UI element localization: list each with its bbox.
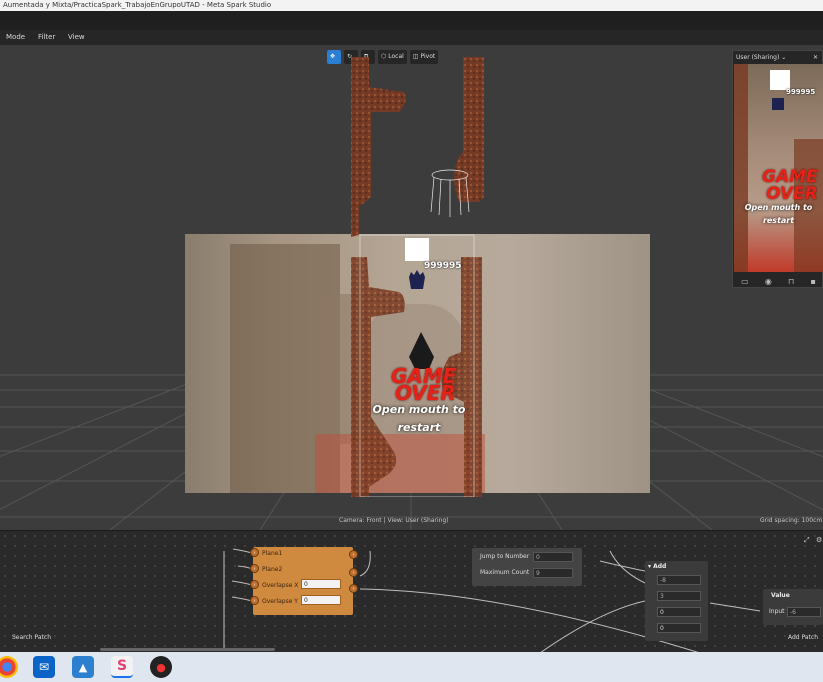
lock-icon[interactable]: ⊓	[788, 277, 794, 286]
add-input-2[interactable]: 3	[657, 591, 701, 601]
video-icon[interactable]: ▭	[741, 277, 749, 286]
output-port-1[interactable]: ›	[349, 550, 358, 559]
search-patch-button[interactable]: Search Patch	[12, 634, 51, 641]
add-input-1[interactable]: -8	[657, 575, 701, 585]
patch-editor[interactable]: Jump to Number 0 Maximum Count 9 ▾ Add -…	[0, 530, 823, 653]
plane2-input-port[interactable]: ›	[250, 564, 259, 573]
score-display: 999995	[424, 261, 462, 271]
add-patch-button[interactable]: Add Patch	[788, 634, 818, 641]
device-selector[interactable]: User (Sharing) ⌄	[736, 51, 786, 64]
preview-score: 999995	[786, 88, 816, 96]
camera-status: Camera: Front | View: User (Sharing)	[339, 517, 449, 524]
preview-gameover-line2: OVER	[766, 184, 818, 204]
move-tool-button[interactable]: ✥	[327, 50, 341, 64]
menu-view[interactable]: View	[68, 30, 85, 45]
jump-to-number-field[interactable]: 0	[533, 552, 573, 562]
preview-left-wall	[734, 64, 748, 272]
grid-spacing-label: Grid spacing: 100cm	[760, 517, 823, 524]
overlapse-x-field[interactable]: 0	[301, 579, 341, 589]
gameover-text-line2: OVER	[395, 381, 456, 405]
simulator-preview-panel: User (Sharing) ⌄ ✕ 999995 GAME OVER Open…	[732, 50, 823, 288]
overlapse-y-port[interactable]: ›	[250, 596, 259, 605]
add-input-3[interactable]: 0	[657, 607, 701, 617]
expand-icon[interactable]: ⤢	[804, 536, 810, 545]
value-patch-node[interactable]: Value Input -6	[763, 589, 823, 625]
viewport-status-bar: Camera: Front | View: User (Sharing) Gri…	[0, 517, 823, 529]
overlapse-x-port[interactable]: ›	[250, 580, 259, 589]
top-toolbar-strip	[0, 11, 823, 30]
app-icon[interactable]: ●	[150, 656, 172, 678]
meta-spark-icon[interactable]: S	[111, 656, 133, 678]
horizontal-scrollbar[interactable]	[100, 648, 275, 651]
preview-header: User (Sharing) ⌄ ✕	[733, 51, 822, 64]
preview-controls: ▭ ◉ ⊓ ▪	[733, 273, 823, 289]
mail-icon[interactable]: ✉	[33, 656, 55, 678]
plane1-input-port[interactable]: ›	[250, 548, 259, 557]
maximum-count-field[interactable]: 9	[533, 568, 573, 578]
value-input-field[interactable]: -6	[787, 607, 821, 617]
counter-patch[interactable]: Jump to Number 0 Maximum Count 9	[472, 548, 582, 586]
add-node-title: ▾ Add	[648, 563, 667, 570]
more-icon[interactable]: ▪	[810, 277, 815, 286]
viewport-menubar: Mode Filter View	[0, 30, 823, 45]
menu-mode[interactable]: Mode	[6, 30, 25, 45]
preview-white-square	[770, 70, 790, 90]
game-tower[interactable]: 999995 GAME OVER Open mouth to restart	[349, 57, 489, 497]
add-input-4[interactable]: 0	[657, 623, 701, 633]
menu-filter[interactable]: Filter	[38, 30, 55, 45]
preview-restart-instruction: Open mouth to restart	[744, 203, 813, 225]
settings-icon[interactable]: ⚙	[816, 536, 822, 544]
preview-crown-icon	[772, 98, 784, 110]
preview-screen: 999995 GAME OVER Open mouth to restart	[734, 64, 823, 272]
close-icon[interactable]: ✕	[813, 51, 822, 64]
photos-icon[interactable]: ▲	[72, 656, 94, 678]
capture-icon[interactable]: ◉	[765, 277, 772, 286]
add-patch-node[interactable]: ▾ Add -8 3 0 0	[645, 561, 708, 641]
collision-patch-node[interactable]: › Plane1 › Plane2 › Overlapse X 0 › Over…	[250, 547, 358, 615]
overlapse-y-field[interactable]: 0	[301, 595, 341, 605]
move-icon: ✥	[330, 53, 336, 60]
window-title: Aumentada y Mixta/PracticaSpark_TrabajoE…	[0, 0, 823, 11]
restart-instruction: Open mouth to restart	[372, 403, 466, 434]
chevron-down-icon: ⌄	[781, 54, 787, 61]
output-port-3[interactable]: ›	[349, 584, 358, 593]
output-port-2[interactable]: ›	[349, 568, 358, 577]
